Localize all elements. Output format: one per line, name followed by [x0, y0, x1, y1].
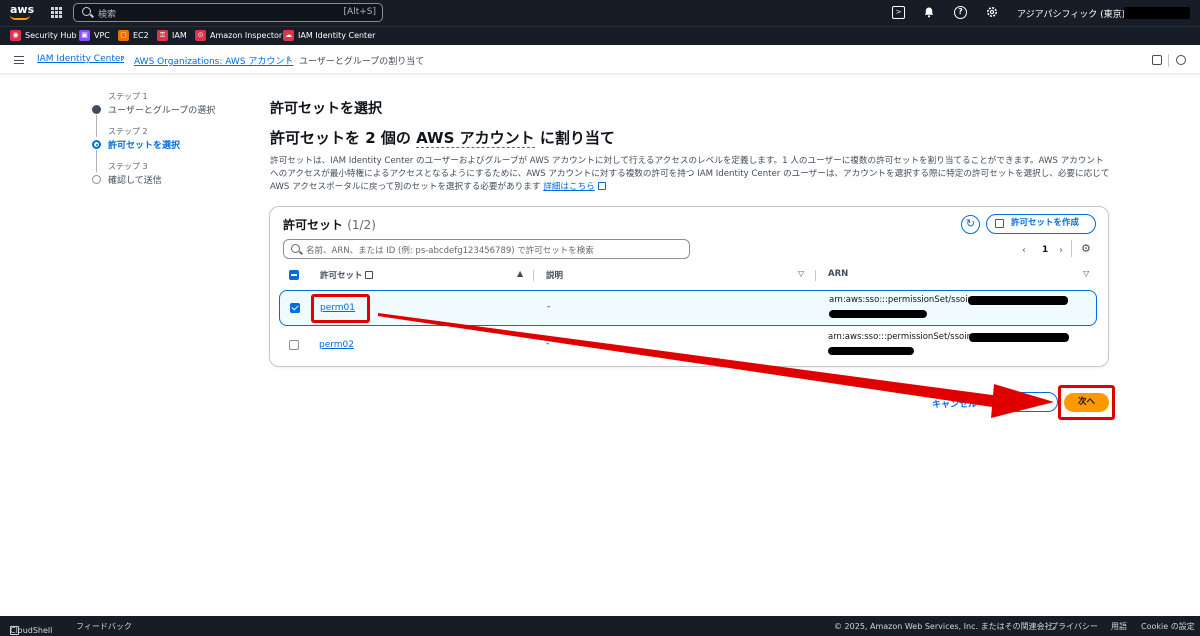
footer-cookie-settings[interactable]: Cookie の設定: [1141, 621, 1195, 632]
footer-privacy[interactable]: プライバシー: [1050, 621, 1098, 632]
arrow-shaft: [378, 313, 1000, 408]
footer-feedback[interactable]: フィードバック: [76, 621, 132, 632]
annotation-arrow: [378, 313, 1054, 418]
arrow-head: [991, 384, 1054, 418]
console-footer: CloudShell フィードバック © 2025, Amazon Web Se…: [0, 616, 1200, 636]
footer-terms[interactable]: 用語: [1111, 621, 1127, 632]
footer-copyright: © 2025, Amazon Web Services, Inc. またはその関…: [834, 622, 1061, 631]
